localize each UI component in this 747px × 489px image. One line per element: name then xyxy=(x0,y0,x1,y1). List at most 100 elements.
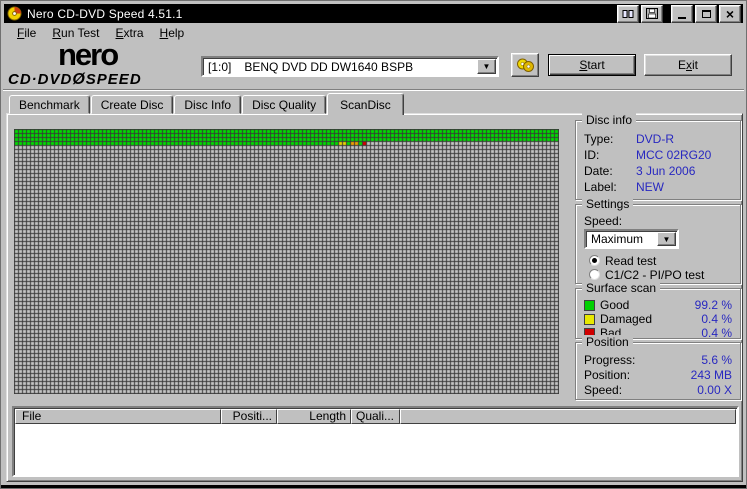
eject-discs-button[interactable] xyxy=(511,53,539,77)
drive-select[interactable]: [1:0] BENQ DVD DD DW1640 BSPB ▼ xyxy=(201,56,499,77)
chevron-down-icon: ▼ xyxy=(663,235,671,244)
disc-label-label: Label: xyxy=(584,180,636,194)
speed-label: Speed: xyxy=(584,214,622,228)
menu-help[interactable]: Help xyxy=(152,24,193,42)
close-button[interactable]: × xyxy=(719,5,741,23)
speed-value: Maximum xyxy=(586,232,643,246)
nero-logo: nero xyxy=(58,41,117,69)
settings-group: Settings Speed: Maximum ▼ Read test C1/C… xyxy=(575,204,741,284)
tab-benchmark-label: Benchmark xyxy=(19,98,80,112)
tab-disc-info-label: Disc Info xyxy=(184,98,231,112)
disc-id-label: ID: xyxy=(584,148,636,162)
disc-info-title: Disc info xyxy=(582,113,636,127)
column-header-position[interactable]: Positi... xyxy=(221,409,277,424)
disc-info-row-label: Label: NEW xyxy=(584,180,732,194)
book-icon-button[interactable] xyxy=(617,5,639,23)
window-title: Nero CD-DVD Speed 4.51.1 xyxy=(27,7,183,21)
good-value: 99.2 % xyxy=(695,298,732,312)
position-label: Position: xyxy=(584,368,630,382)
drive-name: BENQ DVD DD DW1640 BSPB xyxy=(239,60,413,74)
app-cd-disc-icon xyxy=(7,6,22,21)
logo-cd-dvd: CD·DVD xyxy=(8,71,72,88)
drive-select-dropdown-button[interactable]: ▼ xyxy=(477,59,496,74)
speed-row: Speed: 0.00 X xyxy=(584,383,732,397)
disc-date-label: Date: xyxy=(584,164,636,178)
c1c2-test-option[interactable]: C1/C2 - PI/PO test xyxy=(589,268,704,281)
speed-value-pos: 0.00 X xyxy=(697,383,732,397)
window-bottom-edge xyxy=(1,485,746,488)
good-label: Good xyxy=(600,298,629,312)
tab-disc-quality-label: Disc Quality xyxy=(252,98,316,112)
speed-label-row: Speed: xyxy=(584,214,732,228)
close-icon: × xyxy=(726,8,734,20)
tab-strip: Benchmark Create Disc Disc Info Disc Qua… xyxy=(9,93,405,115)
title-bar: Nero CD-DVD Speed 4.51.1 × xyxy=(4,4,743,23)
settings-title: Settings xyxy=(582,197,633,211)
progress-row: Progress: 5.6 % xyxy=(584,353,732,367)
column-header-quality[interactable]: Quali... xyxy=(351,409,400,424)
c1c2-test-radio[interactable] xyxy=(589,269,600,280)
read-test-label: Read test xyxy=(605,254,656,268)
disc-info-row-id: ID: MCC 02RG20 xyxy=(584,148,732,162)
maximize-button[interactable] xyxy=(695,5,717,23)
disc-type-value: DVD-R xyxy=(636,132,674,146)
save-icon-button[interactable] xyxy=(641,5,663,23)
file-list: File Positi... Length Quali... xyxy=(12,406,739,477)
menu-file[interactable]: File xyxy=(9,24,44,42)
cd-dvd-speed-logo: CD·DVDØSPEED xyxy=(8,71,142,89)
good-swatch xyxy=(584,300,595,311)
logo-disc-glyph: Ø xyxy=(72,71,85,88)
position-title: Position xyxy=(582,335,633,349)
drive-bus: [1:0] xyxy=(203,60,231,74)
tab-create-disc[interactable]: Create Disc xyxy=(91,95,174,114)
damaged-swatch xyxy=(584,314,595,325)
exit-button-label: Exit xyxy=(678,58,698,72)
bad-value: 0.4 % xyxy=(701,326,732,340)
speed-label-pos: Speed: xyxy=(584,383,622,397)
logo-speed: SPEED xyxy=(86,71,142,88)
column-header-filler xyxy=(400,409,736,424)
tab-scandisc[interactable]: ScanDisc xyxy=(327,93,404,115)
toolbar-separator xyxy=(3,89,744,91)
read-test-option[interactable]: Read test xyxy=(589,254,656,267)
tab-disc-quality[interactable]: Disc Quality xyxy=(242,95,326,114)
maximize-icon xyxy=(702,10,711,18)
book-icon xyxy=(622,9,634,19)
tab-benchmark[interactable]: Benchmark xyxy=(9,95,90,114)
tab-create-disc-label: Create Disc xyxy=(101,98,164,112)
disc-info-row-date: Date: 3 Jun 2006 xyxy=(584,164,732,178)
c1c2-test-label: C1/C2 - PI/PO test xyxy=(605,268,704,282)
column-header-file[interactable]: File xyxy=(15,409,221,424)
read-test-radio[interactable] xyxy=(589,255,600,266)
disc-type-label: Type: xyxy=(584,132,636,146)
surface-scan-title: Surface scan xyxy=(582,281,660,295)
tab-disc-info[interactable]: Disc Info xyxy=(174,95,241,114)
start-button[interactable]: Start xyxy=(548,54,636,76)
speed-select[interactable]: Maximum ▼ xyxy=(584,229,679,249)
position-value: 243 MB xyxy=(691,368,732,382)
position-group: Position Progress: 5.6 % Position: 243 M… xyxy=(575,342,741,400)
scandisc-page: Disc info Type: DVD-R ID: MCC 02RG20 Dat… xyxy=(6,113,743,482)
progress-label: Progress: xyxy=(584,353,635,367)
disc-date-value: 3 Jun 2006 xyxy=(636,164,695,178)
scan-grid-canvas xyxy=(14,129,559,394)
disc-label-value: NEW xyxy=(636,180,664,194)
tab-scandisc-label: ScanDisc xyxy=(340,98,391,112)
exit-button[interactable]: Exit xyxy=(644,54,732,76)
minimize-button[interactable] xyxy=(671,5,693,23)
minimize-icon xyxy=(678,17,686,19)
disc-info-row-type: Type: DVD-R xyxy=(584,132,732,146)
surface-good-row: Good 99.2 % xyxy=(584,298,732,312)
speed-dropdown-button[interactable]: ▼ xyxy=(657,232,676,246)
surface-scan-group: Surface scan Good 99.2 % Damaged 0.4 % B… xyxy=(575,288,741,339)
disc-id-value: MCC 02RG20 xyxy=(636,148,711,162)
start-button-label: Start xyxy=(579,58,604,72)
damaged-label: Damaged xyxy=(600,312,652,326)
chevron-down-icon: ▼ xyxy=(483,62,491,71)
position-row: Position: 243 MB xyxy=(584,368,732,382)
floppy-icon xyxy=(646,8,658,19)
surface-damaged-row: Damaged 0.4 % xyxy=(584,312,732,326)
column-header-length[interactable]: Length xyxy=(277,409,351,424)
disc-info-group: Disc info Type: DVD-R ID: MCC 02RG20 Dat… xyxy=(575,120,741,200)
damaged-value: 0.4 % xyxy=(701,312,732,326)
